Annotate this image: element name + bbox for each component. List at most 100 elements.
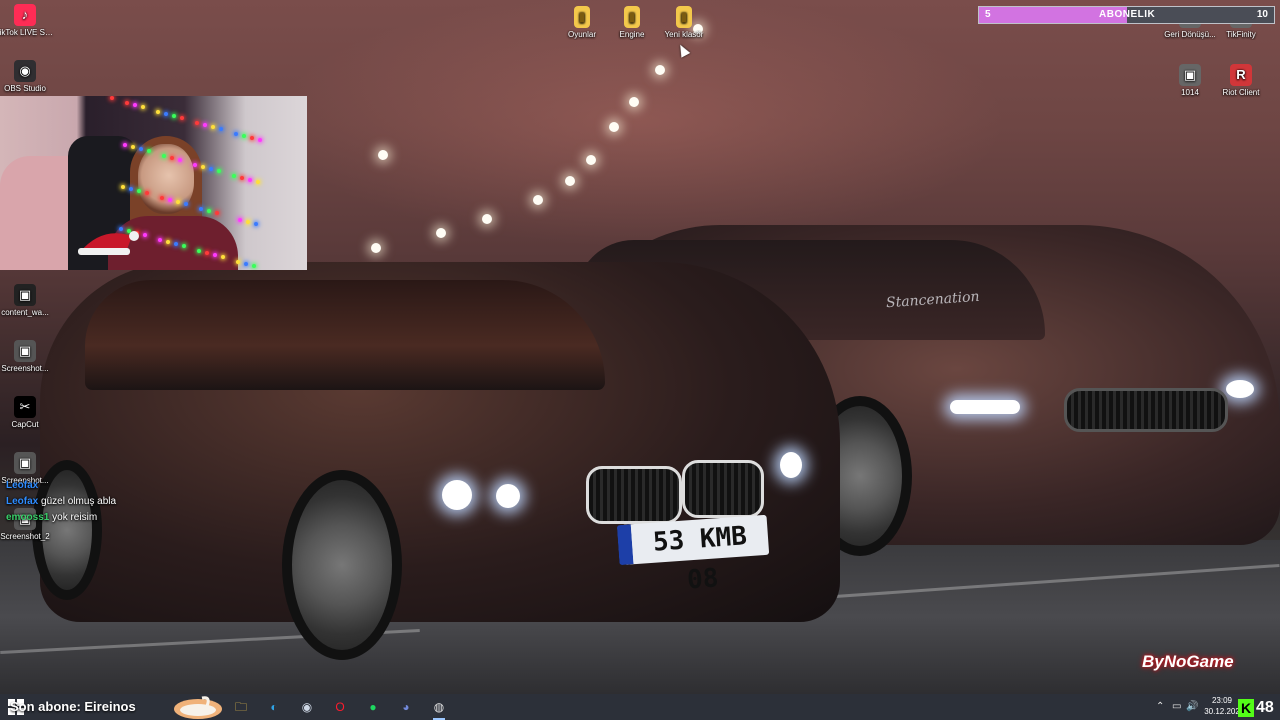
fairy-light-bulb xyxy=(246,220,250,224)
obs-icon[interactable]: ◍ xyxy=(428,697,450,720)
fairy-light-bulb xyxy=(197,249,201,253)
fairy-light-bulb xyxy=(131,145,135,149)
desktop-shortcut[interactable]: ▮ Yeni klasör xyxy=(654,6,714,40)
desktop-shortcut[interactable]: ▣ Screenshot... xyxy=(0,340,55,374)
streetlight xyxy=(655,65,665,75)
steam-icon[interactable]: ◉ xyxy=(296,697,318,717)
streetlight xyxy=(609,122,619,132)
kick-logo-icon: K xyxy=(1238,699,1254,717)
fairy-light-bulb xyxy=(156,110,160,114)
folder-icon: ▮ xyxy=(574,6,590,28)
image-file-icon: ▣ xyxy=(1179,64,1201,86)
chat-text: yok reisim xyxy=(52,512,98,523)
chat-text: güzel olmuş abla xyxy=(41,496,117,507)
file-explorer-icon[interactable]: 🗀 xyxy=(230,697,252,717)
fairy-light-bulb xyxy=(178,158,182,162)
viewer-count: 48 xyxy=(1256,699,1274,716)
discord-icon[interactable]: ◕ xyxy=(395,697,417,717)
desktop-shortcut-label: OBS Studio xyxy=(4,84,46,93)
desktop-shortcut-label: TikTok LIVE Studio xyxy=(0,28,55,37)
fairy-light-bulb xyxy=(256,180,260,184)
fairy-light-bulb xyxy=(110,96,114,100)
chat-overlay: Leofax Leofax güzel olmuş abla emooss1 yo… xyxy=(6,478,116,526)
fairy-light-bulb xyxy=(213,253,217,257)
fairy-light-bulb xyxy=(125,101,129,105)
taskbar: Son abone: Eireinos 🗀 ◐ ◉ O ● ◕ ◍ ⌃ ▭ 🔊 23:09 … xyxy=(0,694,1280,720)
desktop-shortcut[interactable]: ▮ Engine xyxy=(602,6,662,40)
fairy-light-bulb xyxy=(166,240,170,244)
obs-icon: ◉ xyxy=(14,60,36,82)
car-headlight xyxy=(496,484,520,508)
fairy-light-bulb xyxy=(205,251,209,255)
fairy-light-bulb xyxy=(158,238,162,242)
fairy-light-bulb xyxy=(201,165,205,169)
fairy-light-bulb xyxy=(238,218,242,222)
fairy-light-bulb xyxy=(242,134,246,138)
fairy-light-bulb xyxy=(250,136,254,140)
volume-icon[interactable]: 🔊 xyxy=(1186,698,1198,716)
desktop-shortcut[interactable]: ▣ content_wa... xyxy=(0,284,55,318)
desktop-shortcut-label: Screenshot... xyxy=(1,364,49,373)
fairy-light-bulb xyxy=(240,176,244,180)
streetlight xyxy=(629,97,639,107)
desktop-shortcut-label: CapCut xyxy=(11,420,39,429)
fairy-light-bulb xyxy=(147,149,151,153)
fairy-light-bulb xyxy=(193,163,197,167)
chat-username: emooss1 xyxy=(6,512,50,523)
fairy-light-bulb xyxy=(215,211,219,215)
car-grille xyxy=(586,466,682,524)
chat-username: Leofax xyxy=(6,480,39,491)
fairy-light-bulb xyxy=(121,185,125,189)
tray-chevron-icon[interactable]: ⌃ xyxy=(1156,698,1164,716)
fairy-light-bulb xyxy=(219,127,223,131)
streetlight xyxy=(586,155,596,165)
network-icon[interactable]: ▭ xyxy=(1172,698,1181,716)
fairy-light-bulb xyxy=(211,125,215,129)
car-headlight xyxy=(1226,380,1254,398)
streetlight xyxy=(482,214,492,224)
subscriber-goal-start: 5 xyxy=(985,9,991,20)
car-grille xyxy=(682,460,764,518)
fairy-light-bulb xyxy=(182,244,186,248)
fairy-light-bulb xyxy=(170,156,174,160)
fairy-light-bulb xyxy=(195,121,199,125)
spotify-icon[interactable]: ● xyxy=(362,697,384,717)
desktop-shortcut[interactable]: ◉ OBS Studio xyxy=(0,60,55,94)
fairy-light-bulb xyxy=(180,116,184,120)
desktop-shortcut[interactable]: ✂ CapCut xyxy=(0,396,55,430)
fairy-light-bulb xyxy=(164,112,168,116)
image-file-icon: ▣ xyxy=(14,452,36,474)
subscriber-goal-label: ABONELIK xyxy=(1099,9,1156,20)
fairy-light-bulb xyxy=(207,209,211,213)
folder-icon: ▮ xyxy=(624,6,640,28)
fairy-light-bulb xyxy=(174,242,178,246)
desktop-shortcut-label: content_wa... xyxy=(1,308,49,317)
fairy-light-bulb xyxy=(145,191,149,195)
desktop-shortcut-label: TikFinity xyxy=(1226,30,1256,39)
latest-subscriber-ticker: Son abone: Eireinos xyxy=(10,699,136,714)
capcut-icon: ✂ xyxy=(14,396,36,418)
desktop-shortcut-label: Screenshot_2 xyxy=(0,532,50,541)
swan-overlay-icon xyxy=(174,696,222,719)
fairy-light-bulb xyxy=(160,196,164,200)
desktop-shortcut[interactable]: ♪ TikTok LIVE Studio xyxy=(0,4,55,38)
streetlight xyxy=(436,228,446,238)
fairy-light-bulb xyxy=(221,255,225,259)
fairy-light-bulb xyxy=(252,264,256,268)
fairy-light-bulb xyxy=(203,123,207,127)
desktop-shortcut[interactable]: R Riot Client xyxy=(1211,64,1271,98)
streetlight xyxy=(565,176,575,186)
fairy-light-bulb xyxy=(209,167,213,171)
fairy-light-bulb xyxy=(234,132,238,136)
fairy-light-bulb xyxy=(248,178,252,182)
edge-icon[interactable]: ◐ xyxy=(263,697,285,717)
fairy-light-bulb xyxy=(232,174,236,178)
streetlight xyxy=(378,150,388,160)
subscriber-goal-target: 10 xyxy=(1256,9,1268,20)
fairy-light-bulb xyxy=(129,187,133,191)
fairy-light-bulb xyxy=(172,114,176,118)
chat-message: Leofax güzel olmuş abla xyxy=(6,494,116,510)
image-file-icon: ▣ xyxy=(14,340,36,362)
opera-icon[interactable]: O xyxy=(329,697,351,717)
watermark-text: ByNoGame xyxy=(1142,652,1234,671)
